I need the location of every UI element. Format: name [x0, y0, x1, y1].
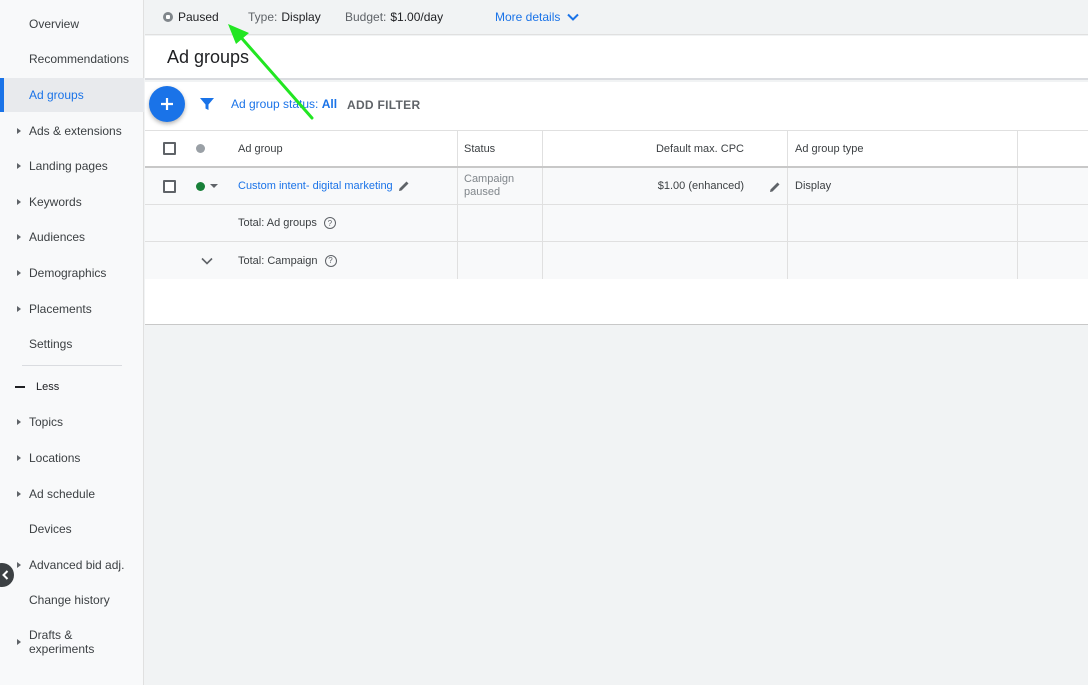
- column-divider: [457, 168, 458, 204]
- sidebar-item-landing-pages[interactable]: Landing pages: [0, 151, 144, 181]
- status-dot-icon: [196, 144, 205, 153]
- sidebar-item-placements[interactable]: Placements: [0, 294, 144, 324]
- caret-right-icon: [17, 234, 21, 240]
- column-divider: [1017, 168, 1018, 204]
- help-icon[interactable]: ?: [324, 254, 337, 267]
- sidebar-item-settings[interactable]: Settings: [0, 329, 144, 359]
- sidebar-divider: [22, 365, 122, 366]
- caret-right-icon: [17, 639, 21, 645]
- caret-right-icon: [17, 455, 21, 461]
- sidebar-item-advanced-bid-adj[interactable]: Advanced bid adj.: [0, 550, 144, 580]
- sidebar-item-keywords[interactable]: Keywords: [0, 187, 144, 217]
- column-divider: [787, 205, 788, 241]
- column-divider: [542, 242, 543, 279]
- column-divider: [457, 242, 458, 279]
- column-header-status[interactable]: Status: [464, 131, 495, 166]
- enabled-status-icon: [196, 181, 205, 191]
- campaign-type: Type: Display: [248, 10, 321, 24]
- page-title: Ad groups: [167, 47, 250, 67]
- sidebar-item-ad-groups[interactable]: Ad groups: [0, 78, 144, 112]
- total-campaign-row: Total: Campaign ?: [145, 242, 1088, 279]
- sidebar-item-topics[interactable]: Topics: [0, 407, 144, 437]
- table-header-row: Ad group Status Default max. CPC Ad grou…: [145, 130, 1088, 168]
- chevron-left-icon: [2, 570, 9, 580]
- pencil-icon[interactable]: [768, 180, 782, 194]
- ad-group-name-cell: Custom intent- digital marketing: [238, 168, 411, 204]
- sidebar-item-recommendations[interactable]: Recommendations: [0, 44, 144, 74]
- ad-group-status-filter-chip[interactable]: Ad group status: All: [231, 97, 337, 111]
- chevron-down-icon: [201, 257, 213, 265]
- row-status-toggle[interactable]: [196, 168, 218, 204]
- column-divider: [787, 131, 788, 166]
- row-checkbox[interactable]: [163, 179, 176, 193]
- help-icon[interactable]: ?: [323, 217, 336, 229]
- ad-groups-card: Ad group status: All ADD FILTER Ad group…: [145, 82, 1088, 325]
- add-ad-group-button[interactable]: [149, 86, 185, 122]
- caret-right-icon: [17, 128, 21, 134]
- pencil-icon[interactable]: [397, 179, 411, 193]
- add-filter-button[interactable]: ADD FILTER: [347, 98, 420, 112]
- ad-group-type-cell: Display: [795, 180, 832, 192]
- sidebar-item-ads-extensions[interactable]: Ads & extensions: [0, 116, 144, 146]
- status-cell: Campaign paused: [464, 173, 515, 198]
- caret-right-icon: [17, 491, 21, 497]
- plus-icon: [161, 98, 173, 110]
- campaign-status: Paused: [163, 10, 219, 24]
- select-all-checkbox-cell: [163, 131, 176, 166]
- total-campaign-cell: Total: Campaign ?: [238, 242, 337, 279]
- column-header-ad-group[interactable]: Ad group: [238, 131, 283, 166]
- column-divider: [787, 168, 788, 204]
- caret-right-icon: [17, 306, 21, 312]
- row-checkbox-cell: [163, 168, 176, 204]
- column-divider: [787, 242, 788, 279]
- minus-icon: [15, 386, 25, 388]
- column-divider: [1017, 205, 1018, 241]
- column-header-ad-group-type[interactable]: Ad group type: [795, 131, 864, 166]
- sidebar-item-audiences[interactable]: Audiences: [0, 222, 144, 252]
- ad-group-link[interactable]: Custom intent- digital marketing: [238, 180, 393, 192]
- caret-right-icon: [17, 163, 21, 169]
- caret-right-icon: [17, 270, 21, 276]
- caret-right-icon: [17, 562, 21, 568]
- sidebar-item-change-history[interactable]: Change history: [0, 585, 144, 615]
- sidebar-item-demographics[interactable]: Demographics: [0, 258, 144, 288]
- campaign-budget: Budget: $1.00/day: [345, 10, 444, 24]
- column-divider: [542, 205, 543, 241]
- sidebar-item-ad-schedule[interactable]: Ad schedule: [0, 479, 144, 509]
- caret-down-icon: [210, 184, 218, 188]
- status-column-header[interactable]: [196, 131, 205, 166]
- page-header: Ad groups: [145, 36, 1088, 80]
- campaign-info-bar: Paused Type: Display Budget: $1.00/day M…: [145, 0, 1088, 35]
- column-header-default-max-cpc[interactable]: Default max. CPC: [542, 131, 744, 166]
- select-all-checkbox[interactable]: [163, 142, 176, 155]
- total-ad-groups-cell: Total: Ad groups ?: [238, 205, 336, 241]
- more-details-button[interactable]: More details: [495, 10, 580, 24]
- column-divider: [457, 131, 458, 166]
- column-divider: [1017, 242, 1018, 279]
- expand-campaign-total-button[interactable]: [200, 242, 214, 279]
- total-ad-groups-row: Total: Ad groups ?: [145, 205, 1088, 242]
- sidebar-item-overview[interactable]: Overview: [0, 9, 144, 39]
- caret-right-icon: [17, 419, 21, 425]
- sidebar-item-drafts-experiments[interactable]: Drafts & experiments: [0, 622, 144, 662]
- table-row: Custom intent- digital marketing Campaig…: [145, 168, 1088, 205]
- sidebar-item-devices[interactable]: Devices: [0, 514, 144, 544]
- sidebar: Overview Recommendations Ad groups Ads &…: [0, 0, 144, 685]
- caret-right-icon: [17, 199, 21, 205]
- filter-icon[interactable]: [199, 96, 215, 117]
- column-divider: [457, 205, 458, 241]
- column-divider: [1017, 131, 1018, 166]
- sidebar-less-toggle[interactable]: Less: [0, 375, 144, 399]
- default-max-cpc-cell: $1.00 (enhanced): [657, 180, 744, 192]
- paused-status-icon: [163, 12, 173, 22]
- chevron-down-icon: [567, 13, 580, 21]
- sidebar-item-locations[interactable]: Locations: [0, 443, 144, 473]
